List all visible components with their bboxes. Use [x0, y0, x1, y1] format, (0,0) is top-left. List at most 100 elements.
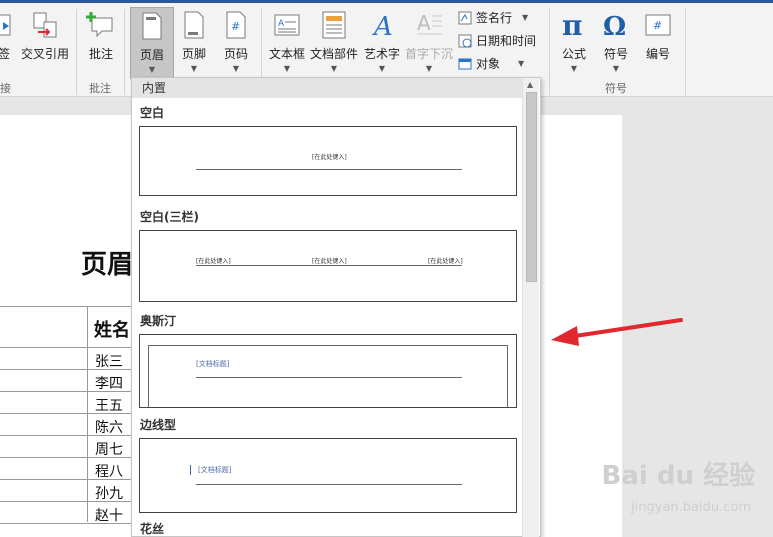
- quick-parts-icon: [321, 7, 347, 43]
- gallery-item-label: 空白: [140, 106, 165, 120]
- signature-line-icon: [458, 11, 472, 24]
- watermark-brand: Bai du 经验: [601, 461, 756, 491]
- bookmark-button[interactable]: 签: [0, 7, 16, 79]
- gallery-scrollbar[interactable]: ▲: [522, 78, 539, 537]
- name-column-header: 姓名: [94, 320, 130, 341]
- table-row: 孙九: [0, 480, 140, 502]
- name-cell: 孙九: [95, 486, 123, 502]
- scrollbar-thumb[interactable]: [526, 92, 537, 282]
- table-row: 程八: [0, 458, 140, 480]
- group-links-label: 接: [0, 82, 11, 95]
- name-cell: 赵十: [95, 508, 123, 524]
- cross-reference-label: 交叉引用: [20, 47, 69, 61]
- name-cell: 李四: [95, 376, 123, 392]
- gallery-item-label: 奥斯汀: [140, 314, 177, 328]
- equation-label: 公式: [561, 47, 586, 61]
- equation-button[interactable]: π 公式 ▼: [556, 7, 592, 79]
- placeholder-text: [在此处键入]: [428, 258, 463, 265]
- chevron-down-icon: ▼: [148, 65, 156, 74]
- name-cell: 张三: [95, 354, 123, 370]
- separator: [124, 9, 125, 95]
- text-box-label: 文本框: [268, 47, 305, 61]
- watermark-url: jingyan.baidu.com: [631, 500, 751, 515]
- signature-line-button[interactable]: 签名行 ▼: [458, 9, 528, 26]
- gallery-item-label: 花丝: [140, 522, 165, 536]
- section-header-builtin: 内置: [132, 78, 522, 98]
- comment-label: 批注: [88, 47, 113, 61]
- svg-text:A: A: [372, 12, 393, 40]
- number-button[interactable]: # 编号: [640, 7, 676, 79]
- bookmark-label: 签: [0, 47, 10, 61]
- text-box-button[interactable]: A 文本框 ▼: [267, 7, 307, 79]
- footer-label: 页脚: [181, 47, 206, 61]
- chevron-down-icon: ▼: [232, 64, 240, 73]
- date-time-button[interactable]: 日期和时间: [458, 32, 536, 49]
- name-cell: 王五: [95, 398, 123, 414]
- word-art-label: 艺术字: [363, 47, 400, 61]
- side-line: [190, 465, 191, 475]
- header-button[interactable]: 页眉 ▼: [130, 7, 174, 79]
- svg-text:#: #: [231, 20, 240, 33]
- pi-icon: π: [560, 7, 588, 43]
- placeholder-text: [在此处键入]: [312, 258, 347, 265]
- drop-cap-icon: A: [415, 7, 443, 43]
- annotation-arrow-icon: [551, 318, 683, 346]
- number-label: 编号: [645, 47, 670, 61]
- scroll-up-icon[interactable]: ▲: [527, 80, 533, 89]
- drop-cap-button[interactable]: A 首字下沉 ▼: [404, 7, 454, 79]
- page-number-label: 页码: [223, 47, 248, 61]
- separator: [549, 9, 550, 95]
- placeholder-text: [在此处键入]: [196, 258, 231, 265]
- table-row: 王五: [0, 392, 140, 414]
- comment-button[interactable]: 批注: [83, 7, 119, 79]
- cross-reference-icon: [30, 7, 60, 43]
- chevron-down-icon: ▼: [518, 59, 525, 68]
- page-number-icon: #: [225, 7, 247, 43]
- table-row: 陈六: [0, 414, 140, 436]
- gallery-item-sideline[interactable]: [文档标题]: [139, 438, 517, 513]
- footer-icon: [183, 7, 205, 43]
- name-cell: 陈六: [95, 420, 123, 436]
- cross-reference-button[interactable]: 交叉引用: [20, 7, 70, 79]
- object-button[interactable]: 对象 ▼: [458, 55, 524, 72]
- gallery-item-austin[interactable]: [文档标题]: [139, 334, 517, 408]
- object-icon: [458, 58, 472, 69]
- object-label: 对象: [476, 57, 501, 71]
- chevron-down-icon: ▼: [378, 64, 386, 73]
- quick-parts-button[interactable]: 文档部件 ▼: [309, 7, 359, 79]
- page-number-button[interactable]: # 页码 ▼: [218, 7, 254, 79]
- header-rule: [196, 169, 462, 170]
- header-rule: [196, 484, 462, 485]
- symbol-button[interactable]: Ω 符号 ▼: [598, 7, 634, 79]
- chevron-down-icon: ▼: [190, 64, 198, 73]
- gallery-item-blank-three-column[interactable]: [在此处键入] [在此处键入] [在此处键入]: [139, 230, 517, 302]
- chevron-down-icon: ▼: [612, 64, 620, 73]
- header-label: 页眉: [139, 48, 164, 62]
- quick-parts-label: 文档部件: [309, 47, 358, 61]
- svg-text:π: π: [562, 10, 583, 40]
- svg-text:#: #: [653, 19, 662, 32]
- header-rule: [196, 377, 462, 378]
- gallery-item-label: 空白(三栏): [140, 210, 199, 224]
- symbol-label: 符号: [603, 47, 628, 61]
- chevron-down-icon: ▼: [425, 64, 433, 73]
- number-icon: #: [644, 7, 672, 43]
- name-cell: 周七: [95, 442, 123, 458]
- text-box-icon: A: [273, 7, 301, 43]
- document-title: 页眉: [81, 250, 134, 280]
- table-row: 赵十: [0, 502, 140, 524]
- date-time-label: 日期和时间: [476, 34, 537, 48]
- new-comment-icon: [86, 7, 116, 43]
- svg-text:A: A: [278, 19, 285, 29]
- svg-text:A: A: [417, 11, 431, 35]
- chevron-down-icon: ▼: [330, 64, 338, 73]
- placeholder-text: [文档标题]: [198, 466, 232, 474]
- svg-text:Ω: Ω: [603, 12, 626, 40]
- footer-button[interactable]: 页脚 ▼: [176, 7, 212, 79]
- gallery-item-label: 边线型: [140, 418, 177, 432]
- calendar-clock-icon: [458, 34, 472, 47]
- signature-line-label: 签名行: [476, 11, 513, 25]
- placeholder-text: [文档标题]: [196, 360, 230, 368]
- gallery-item-blank[interactable]: [在此处键入]: [139, 126, 517, 196]
- word-art-button[interactable]: A 艺术字 ▼: [362, 7, 402, 79]
